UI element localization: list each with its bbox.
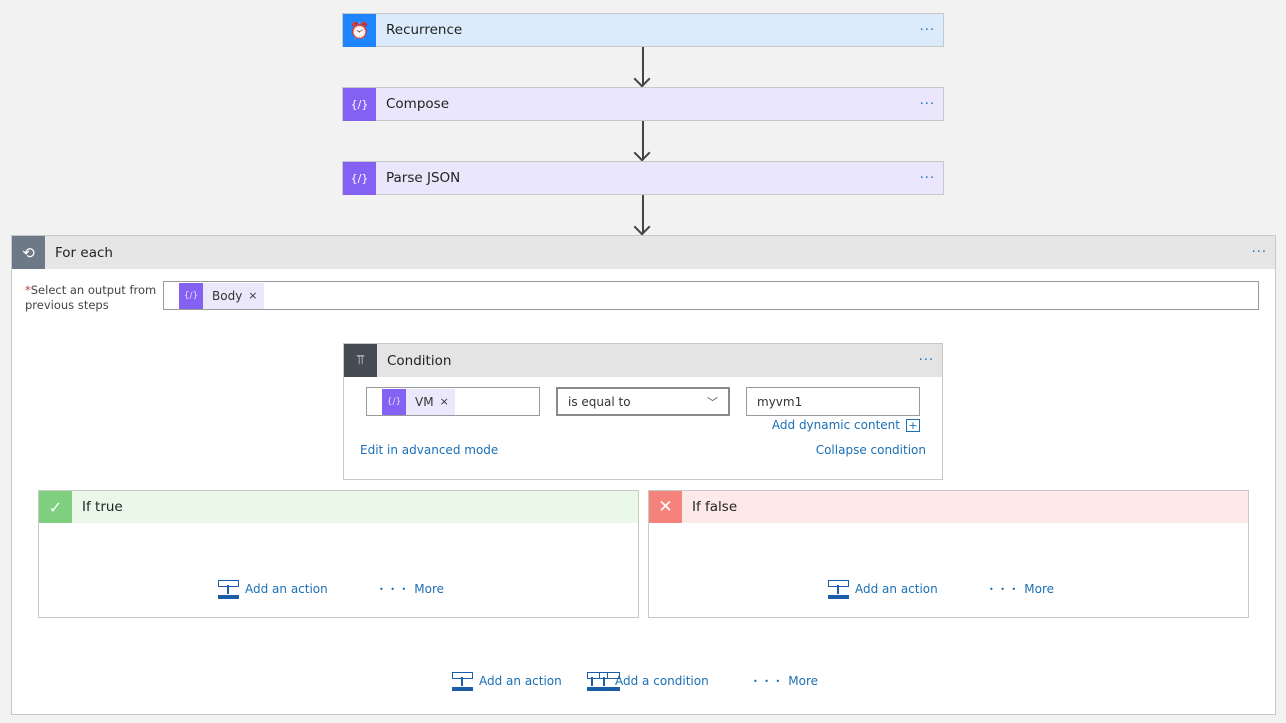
if-true-add-action-button[interactable]: Add an action: [217, 579, 328, 599]
token-label: Body: [212, 288, 243, 303]
more-options-button[interactable]: ···: [920, 23, 935, 38]
condition-header[interactable]: ⫪ Condition ···: [343, 343, 943, 377]
condition-title: Condition: [387, 352, 452, 369]
more-dots-icon: • • •: [753, 676, 783, 686]
operator-select[interactable]: is equal to ﹀: [556, 387, 730, 416]
if-false-header[interactable]: ✕ If false: [648, 490, 1249, 523]
foreach-header[interactable]: ⟲ For each ···: [11, 235, 1276, 269]
add-condition-button[interactable]: Add a condition: [586, 671, 709, 691]
button-label: More: [414, 582, 444, 596]
more-dots-icon: • • •: [379, 584, 409, 594]
connector-arrow: [642, 195, 644, 234]
loop-icon: ⟲: [12, 236, 45, 269]
compose-braces-icon: {∕}: [343, 87, 376, 121]
compose-braces-icon: {∕}: [382, 388, 406, 415]
token-body: {∕} Body ×: [179, 282, 264, 309]
connector-arrow: [642, 121, 644, 160]
compose-braces-icon: {∕}: [179, 282, 203, 309]
foreach-output-input[interactable]: {∕} Body ×: [163, 281, 1259, 310]
step-title: Parse JSON: [386, 170, 461, 186]
checkmark-icon: ✓: [39, 491, 72, 523]
button-label: Add an action: [479, 674, 562, 688]
step-title: Compose: [386, 96, 450, 112]
alarm-clock-icon: ⏰: [343, 13, 376, 47]
button-label: More: [788, 674, 818, 688]
foreach-output-label: *Select an output from previous steps: [25, 283, 160, 313]
chevron-down-icon: ﹀: [707, 395, 718, 409]
operator-value: is equal to: [568, 394, 631, 409]
if-true-header[interactable]: ✓ If true: [38, 490, 639, 523]
value-text: myvm1: [757, 394, 803, 409]
condition-left-operand[interactable]: {∕} VM ×: [366, 387, 540, 416]
button-label: Add an action: [855, 582, 938, 596]
step-title: Recurrence: [386, 22, 463, 38]
more-options-button[interactable]: ···: [919, 353, 934, 368]
more-options-button[interactable]: ···: [920, 171, 935, 186]
foreach-title: For each: [55, 244, 113, 261]
collapse-condition-link[interactable]: Collapse condition: [816, 443, 926, 457]
connector-arrow: [642, 47, 644, 86]
more-options-button[interactable]: ···: [1252, 245, 1267, 260]
if-false-add-action-button[interactable]: Add an action: [827, 579, 938, 599]
add-action-icon: [827, 579, 849, 599]
remove-token-button[interactable]: ×: [440, 395, 455, 408]
button-label: More: [1024, 582, 1054, 596]
button-label: Add an action: [245, 582, 328, 596]
branch-title: If true: [82, 499, 123, 515]
add-action-icon: [217, 579, 239, 599]
more-options-button[interactable]: ···: [920, 97, 935, 112]
link-text: Add dynamic content: [771, 418, 900, 432]
button-label: Add a condition: [615, 674, 709, 688]
condition-value-input[interactable]: myvm1: [746, 387, 920, 416]
more-dots-icon: • • •: [989, 584, 1019, 594]
if-true-more-button[interactable]: • • • More: [379, 582, 444, 596]
more-button[interactable]: • • • More: [753, 674, 818, 688]
step-compose[interactable]: {∕} Compose ···: [342, 87, 944, 121]
step-recurrence[interactable]: ⏰ Recurrence ···: [342, 13, 944, 47]
step-parse-json[interactable]: {∕} Parse JSON ···: [342, 161, 944, 195]
compose-braces-icon: {∕}: [343, 161, 376, 195]
close-x-icon: ✕: [649, 491, 682, 523]
remove-token-button[interactable]: ×: [248, 289, 263, 302]
plus-box-icon: +: [906, 418, 920, 432]
branch-title: If false: [692, 499, 738, 515]
add-action-button[interactable]: Add an action: [451, 671, 562, 691]
edit-advanced-mode-link[interactable]: Edit in advanced mode: [360, 443, 498, 457]
label-text: Select an output from previous steps: [25, 283, 157, 312]
add-condition-icon: [586, 671, 620, 691]
if-false-more-button[interactable]: • • • More: [989, 582, 1054, 596]
add-action-icon: [451, 671, 473, 691]
token-label: VM: [415, 394, 434, 409]
add-dynamic-content-link[interactable]: Add dynamic content +: [772, 418, 920, 432]
condition-icon: ⫪: [344, 344, 377, 377]
token-vm: {∕} VM ×: [382, 388, 455, 415]
